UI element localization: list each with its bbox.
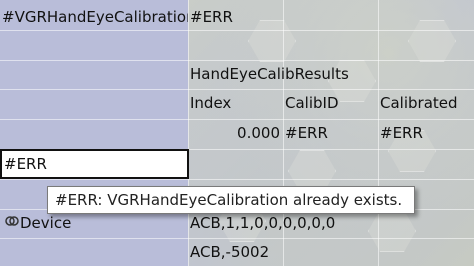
cell-index-value[interactable]: 0.000 xyxy=(188,119,283,147)
cell-results-header[interactable]: HandEyeCalibResults xyxy=(188,60,378,88)
active-cell[interactable]: #ERR xyxy=(0,149,189,179)
cell-calibrated-header[interactable]: Calibrated xyxy=(378,89,474,117)
device-link-icon xyxy=(5,216,19,226)
cell-calibrated-value[interactable]: #ERR xyxy=(378,119,474,147)
cell-calibid-value[interactable]: #ERR xyxy=(283,119,378,147)
active-cell-value: #ERR xyxy=(4,155,47,173)
cell-calibid-header[interactable]: CalibID xyxy=(283,89,378,117)
cell-index-header[interactable]: Index xyxy=(188,89,283,117)
cell-device-value-2[interactable]: ACB,-5002 xyxy=(188,238,378,266)
error-tooltip: #ERR: VGRHandEyeCalibration already exis… xyxy=(47,186,415,214)
row-divider xyxy=(0,179,474,180)
background-hex-shape xyxy=(408,20,456,62)
cell-function-name[interactable]: #VGRHandEyeCalibration xyxy=(0,3,188,31)
spreadsheet-grid: #VGRHandEyeCalibration #ERR HandEyeCalib… xyxy=(0,0,474,266)
cell-error[interactable]: #ERR xyxy=(188,3,283,31)
